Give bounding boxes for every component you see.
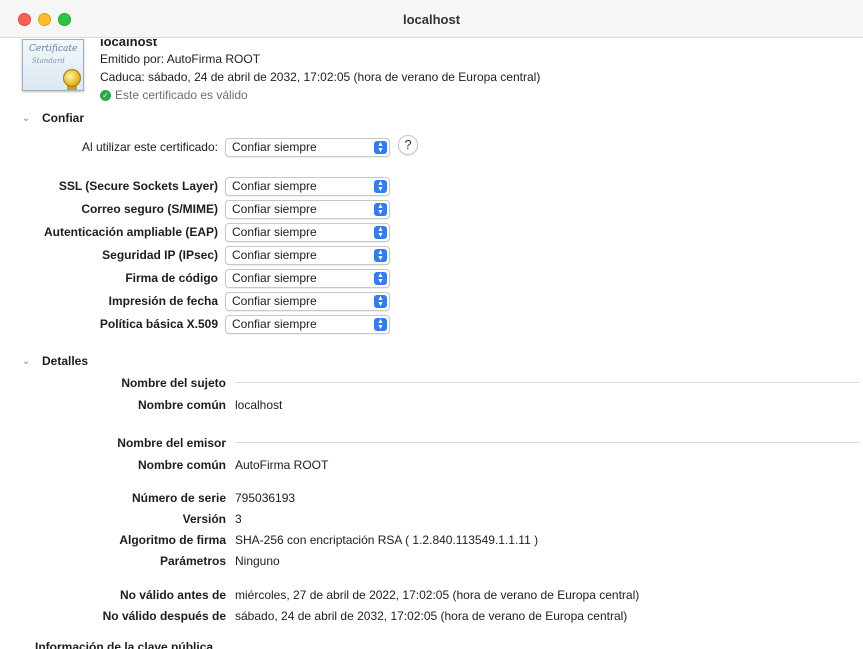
certificate-icon-text: Certificate [29,44,78,54]
not-valid-before-label: No válido antes de [119,588,226,602]
when-using-value: Confiar siempre [232,140,317,154]
smime-trust-select[interactable]: Confiar siempre ▲ ▼ [225,200,390,219]
timestamping-trust-select[interactable]: Confiar siempre ▲ ▼ [225,292,390,311]
public-key-section-toggle[interactable]: Información de la clave pública [35,640,213,649]
divider [235,442,860,443]
not-valid-after-label: No válido después de [102,609,226,623]
trust-row-value: Confiar siempre [232,202,317,216]
issuer-common-name-value: AutoFirma ROOT [235,458,329,472]
select-arrows-icon: ▲ ▼ [374,226,387,239]
trust-row-value: Confiar siempre [232,271,317,285]
validity-text: Este certificado es válido [115,88,248,102]
details-heading: Detalles [42,354,89,368]
x509-trust-select[interactable]: Confiar siempre ▲ ▼ [225,315,390,334]
help-button[interactable]: ? [398,135,418,155]
trust-row-label: Firma de código [125,271,218,285]
not-valid-after-value: sábado, 24 de abril de 2032, 17:02:05 (h… [235,609,628,623]
certificate-icon-subtext: Standard [32,57,65,65]
window-title: localhost [402,12,461,27]
serial-number-label: Número de serie [131,491,226,505]
trust-row-value: Confiar siempre [232,179,317,193]
trust-section-toggle[interactable]: ⌄ Confiar [22,111,84,125]
trust-row-label: Correo seguro (S/MIME) [81,202,218,216]
serial-number-value: 795036193 [235,491,296,505]
when-using-select[interactable]: Confiar siempre ▲ ▼ [225,138,390,157]
certificate-name: localhost [100,39,158,49]
when-using-label: Al utilizar este certificado: [81,140,218,154]
trust-row-value: Confiar siempre [232,317,317,331]
select-arrows-icon: ▲ ▼ [374,249,387,262]
check-circle-icon: ✓ [100,89,111,101]
expiry-date: Caduca: sábado, 24 de abril de 2032, 17:… [100,70,541,84]
select-arrows-icon: ▲ ▼ [374,141,387,154]
trust-row-label: Seguridad IP (IPsec) [102,248,218,262]
details-section-toggle[interactable]: ⌄ Detalles [22,354,88,368]
chevron-down-icon: ⌄ [22,112,31,124]
select-arrows-icon: ▲ ▼ [374,272,387,285]
ipsec-trust-select[interactable]: Confiar siempre ▲ ▼ [225,246,390,265]
title-bar: localhost [0,0,863,38]
validity-status: ✓ Este certificado es válido [100,88,248,102]
seal-icon [63,69,81,87]
trust-row-label: Política básica X.509 [99,317,218,331]
eap-trust-select[interactable]: Confiar siempre ▲ ▼ [225,223,390,242]
ssl-trust-select[interactable]: Confiar siempre ▲ ▼ [225,177,390,196]
trust-row-value: Confiar siempre [232,225,317,239]
trust-row-label: Impresión de fecha [108,294,218,308]
parameters-value: Ninguno [235,554,280,568]
select-arrows-icon: ▲ ▼ [374,295,387,308]
trust-row-label: SSL (Secure Sockets Layer) [58,179,218,193]
divider [235,382,860,383]
subject-common-name-value: localhost [235,398,283,412]
signature-algorithm-label: Algoritmo de firma [119,533,226,547]
certificate-icon: Certificate Standard [22,39,84,91]
parameters-label: Parámetros [159,554,226,568]
select-arrows-icon: ▲ ▼ [374,180,387,193]
issued-by: Emitido por: AutoFirma ROOT [100,52,261,66]
trust-row-value: Confiar siempre [232,248,317,262]
trust-row-label: Autenticación ampliable (EAP) [43,225,218,239]
issuer-common-name-label: Nombre común [137,458,226,472]
trust-row-value: Confiar siempre [232,294,317,308]
signature-algorithm-value: SHA-256 con encriptación RSA ( 1.2.840.1… [235,533,539,547]
code-signing-trust-select[interactable]: Confiar siempre ▲ ▼ [225,269,390,288]
subject-name-heading: Nombre del sujeto [121,376,226,390]
subject-common-name-label: Nombre común [137,398,226,412]
chevron-down-icon: ⌄ [22,355,31,367]
select-arrows-icon: ▲ ▼ [374,203,387,216]
version-value: 3 [235,512,242,526]
not-valid-before-value: miércoles, 27 de abril de 2022, 17:02:05… [235,588,640,602]
trust-heading: Confiar [42,111,84,125]
version-label: Versión [182,512,226,526]
issuer-name-heading: Nombre del emisor [117,436,226,450]
select-arrows-icon: ▲ ▼ [374,318,387,331]
certificate-detail-pane[interactable]: Certificate Standard localhost Emitido p… [0,39,863,649]
